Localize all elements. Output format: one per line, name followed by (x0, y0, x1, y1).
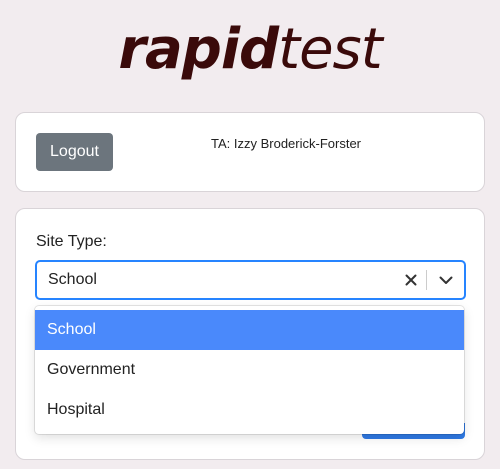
logout-button[interactable]: Logout (36, 133, 113, 171)
option-school[interactable]: School (35, 310, 464, 350)
option-government[interactable]: Government (35, 350, 464, 390)
chevron-down-icon[interactable] (437, 271, 455, 289)
site-type-select[interactable]: School (36, 261, 465, 299)
header-card: Logout TA: Izzy Broderick-Forster (15, 112, 485, 192)
close-icon[interactable] (402, 271, 420, 289)
ta-name-label: TA: Izzy Broderick-Forster (211, 136, 362, 151)
site-type-selected-value[interactable]: School (48, 262, 97, 298)
site-type-dropdown-menu: School Government Hospital (35, 306, 464, 434)
select-separator (426, 270, 427, 290)
logo-text-light: test (278, 17, 383, 82)
logo-text-bold: rapid (118, 17, 279, 82)
site-type-label: Site Type: (36, 233, 107, 250)
rapidtest-logo: rapidtest (0, 14, 500, 86)
option-hospital[interactable]: Hospital (35, 390, 464, 430)
